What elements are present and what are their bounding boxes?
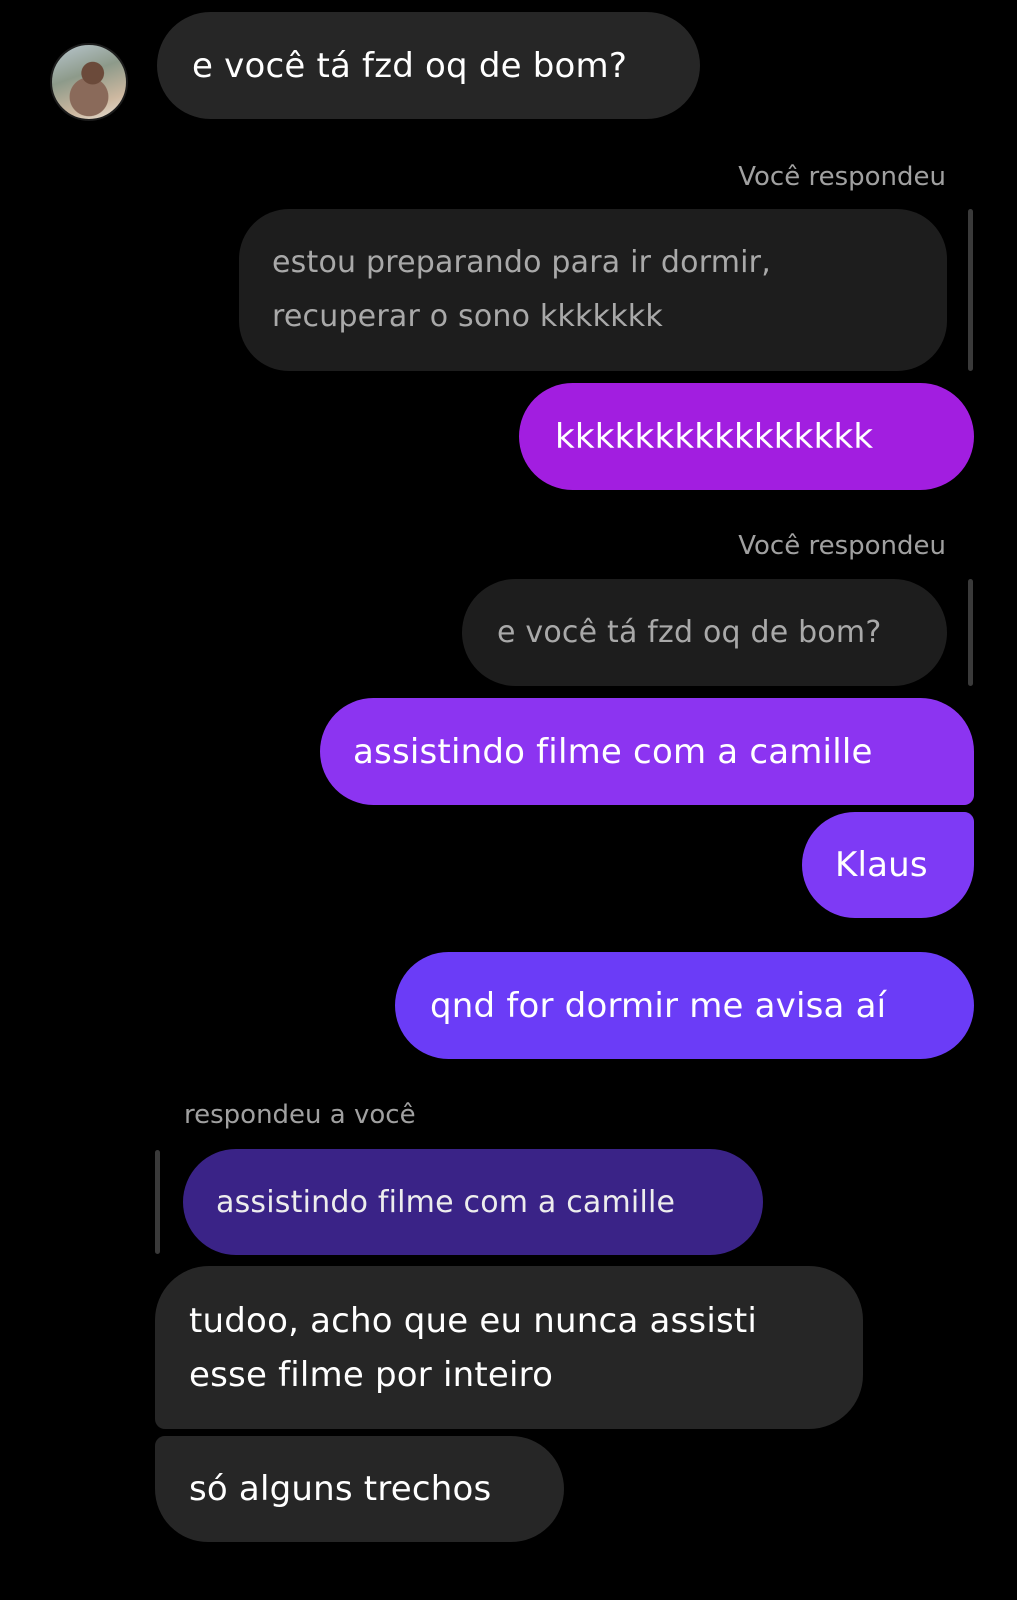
quoted-message[interactable]: estou preparando para ir dormir, recuper… [239, 209, 947, 371]
reply-context-label: Você respondeu [738, 531, 946, 561]
outgoing-message[interactable]: qnd for dormir me avisa aí [395, 952, 974, 1059]
message-text: Klaus [835, 845, 928, 885]
quoted-message[interactable]: assistindo filme com a camille [183, 1149, 763, 1255]
quoted-text: assistindo filme com a camille [216, 1184, 676, 1220]
message-text: kkkkkkkkkkkkkkkk [555, 416, 874, 457]
incoming-message[interactable]: e você tá fzd oq de bom? [157, 12, 700, 119]
outgoing-message[interactable]: assistindo filme com a camille [320, 698, 974, 805]
quoted-text: e você tá fzd oq de bom? [497, 615, 882, 650]
reply-context-label: Você respondeu [738, 162, 946, 192]
message-text: qnd for dormir me avisa aí [430, 985, 887, 1026]
message-text: assistindo filme com a camille [353, 731, 873, 772]
outgoing-message[interactable]: kkkkkkkkkkkkkkkk [519, 383, 974, 490]
outgoing-message[interactable]: Klaus [802, 812, 974, 918]
quoted-message[interactable]: e você tá fzd oq de bom? [462, 579, 947, 686]
reply-context-label: respondeu a você [184, 1100, 416, 1130]
quoted-text-line-2: recuperar o sono kkkkkkk [272, 299, 663, 334]
quote-indicator-bar [968, 209, 973, 371]
quoted-text-line-1: estou preparando para ir dormir, [272, 245, 771, 280]
incoming-message[interactable]: só alguns trechos [155, 1436, 564, 1542]
incoming-message[interactable]: tudoo, acho que eu nunca assisti esse fi… [155, 1266, 863, 1429]
message-text-line-1: tudoo, acho que eu nunca assisti [189, 1300, 758, 1341]
message-text-line-2: esse filme por inteiro [189, 1354, 554, 1395]
message-text: só alguns trechos [189, 1469, 492, 1509]
quote-indicator-bar [155, 1150, 160, 1254]
contact-avatar[interactable] [50, 43, 128, 121]
quote-indicator-bar [968, 579, 973, 686]
message-text: e você tá fzd oq de bom? [192, 45, 628, 86]
